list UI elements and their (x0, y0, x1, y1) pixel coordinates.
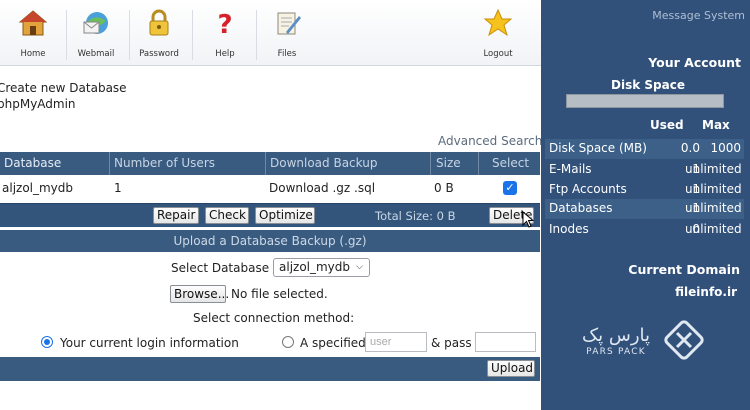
toolbar-logout-label: Logout (483, 49, 513, 59)
stat-row-databases: Databases 1 unlimited (545, 199, 744, 219)
connection-method-label: Select connection method: (193, 311, 355, 325)
upload-action-bar: Upload (0, 357, 540, 381)
username-input[interactable] (365, 332, 427, 352)
lock-icon (149, 9, 169, 36)
browse-button[interactable]: Browse... (170, 285, 229, 303)
repair-button[interactable]: Repair (153, 207, 199, 224)
checkmark-icon: ✓ (505, 181, 515, 194)
stat-max: unlimited (685, 162, 742, 176)
current-domain-heading: Current Domain (628, 262, 740, 277)
stat-row-disk-space: Disk Space (MB) 0.0 1000 (545, 139, 744, 159)
stat-row-ftp-accounts: Ftp Accounts 1 unlimited (545, 180, 744, 200)
upload-section-title: Upload a Database Backup (.gz) (173, 234, 367, 248)
stat-max: unlimited (685, 222, 742, 236)
toolbar-password[interactable]: Password (126, 6, 192, 64)
column-divider (109, 152, 110, 175)
webmail-icon (83, 12, 108, 34)
max-column-header: Max (702, 118, 730, 132)
col-header-download[interactable]: Download Backup (270, 152, 377, 175)
specified-login-radio[interactable] (282, 336, 294, 348)
toolbar-webmail[interactable]: Webmail (63, 6, 129, 64)
toolbar-help[interactable]: ? Help (192, 6, 258, 64)
current-domain-value: fileinfo.ir (675, 285, 737, 299)
stat-max: unlimited (685, 201, 742, 215)
upload-section-header: Upload a Database Backup (.gz) (0, 230, 540, 252)
account-panel: Message System Your Account Disk Space U… (541, 0, 750, 410)
create-database-link[interactable]: Create new Database (0, 81, 127, 95)
col-header-select: Select (492, 156, 530, 170)
advanced-search-link[interactable]: Advanced Search (438, 134, 542, 148)
password-input[interactable] (475, 332, 536, 352)
optimize-button[interactable]: Optimize (255, 207, 315, 224)
disk-space-heading: Disk Space (611, 78, 685, 92)
toolbar-webmail-label: Webmail (77, 49, 115, 59)
stat-label: Disk Space (MB) (549, 141, 647, 155)
users-count-cell: 1 (114, 181, 122, 195)
current-login-label: Your current login information (60, 336, 239, 350)
select-database-label: Select Database (171, 261, 270, 275)
home-icon (18, 10, 48, 36)
toolbar-files-label: Files (277, 49, 297, 59)
disk-usage-bar (566, 94, 724, 108)
svg-text:?: ? (217, 10, 232, 38)
toolbar-home-label: Home (20, 49, 46, 59)
toolbar-files[interactable]: Files (254, 6, 320, 64)
col-header-size[interactable]: Size (436, 152, 461, 175)
download-backup-links[interactable]: Download .gz .sql (269, 175, 375, 202)
used-column-header: Used (650, 118, 684, 132)
toolbar-help-label: Help (215, 49, 235, 59)
help-icon: ? (217, 10, 232, 38)
col-header-database[interactable]: Database (4, 152, 61, 175)
select-checkbox[interactable]: ✓ (503, 181, 517, 195)
stat-row-emails: E-Mails 1 unlimited (545, 160, 744, 180)
current-login-radio[interactable] (41, 336, 53, 348)
parspack-watermark-text: پارس پک PARS PACK (582, 325, 651, 358)
files-icon (277, 12, 301, 35)
watermark-fa-text: پارس پک (582, 325, 651, 346)
top-toolbar: Home Webmail Password ? Help Files Logou… (0, 0, 541, 66)
chevron-down-icon: ⌵ (356, 262, 363, 272)
stat-label: Ftp Accounts (549, 182, 627, 196)
star-icon (483, 8, 513, 37)
table-action-bar: Repair Check Optimize Total Size: 0 B De… (0, 203, 540, 227)
stat-max: 1000 (710, 141, 741, 155)
message-system-link[interactable]: Message System (541, 9, 745, 22)
toolbar-logout[interactable]: Logout (465, 6, 531, 64)
check-button[interactable]: Check (205, 207, 249, 224)
stat-label: E-Mails (549, 162, 592, 176)
your-account-heading: Your Account (648, 55, 741, 70)
stat-max: unlimited (685, 182, 742, 196)
mouse-cursor-icon (522, 211, 535, 228)
pass-label: & pass (431, 336, 472, 350)
table-row: aljzol_mydb 1 Download .gz .sql 0 B ✓ (0, 175, 540, 202)
column-divider (478, 152, 479, 175)
database-table-header: Database Number of Users Download Backup… (0, 152, 540, 175)
stat-label: Databases (549, 201, 613, 215)
specified-login-label: A specified (300, 336, 366, 350)
phpmyadmin-link[interactable]: phpMyAdmin (0, 97, 76, 111)
col-header-users[interactable]: Number of Users (114, 152, 215, 175)
size-cell: 0 B (434, 181, 454, 195)
upload-button[interactable]: Upload (487, 360, 535, 377)
toolbar-home[interactable]: Home (0, 6, 66, 64)
database-select[interactable]: aljzol_mydb ⌵ (273, 258, 370, 277)
no-file-text: No file selected. (231, 287, 328, 301)
database-select-value: aljzol_mydb (279, 260, 351, 274)
total-size-text: Total Size: 0 B (375, 209, 456, 223)
stat-row-inodes: Inodes 0 unlimited (545, 220, 744, 240)
parspack-logo-icon (664, 320, 704, 360)
watermark-en-text: PARS PACK (586, 347, 646, 357)
stat-label: Inodes (549, 222, 589, 236)
column-divider (265, 152, 266, 175)
toolbar-password-label: Password (139, 49, 179, 59)
database-name-cell[interactable]: aljzol_mydb (2, 175, 73, 202)
column-divider (430, 152, 431, 175)
